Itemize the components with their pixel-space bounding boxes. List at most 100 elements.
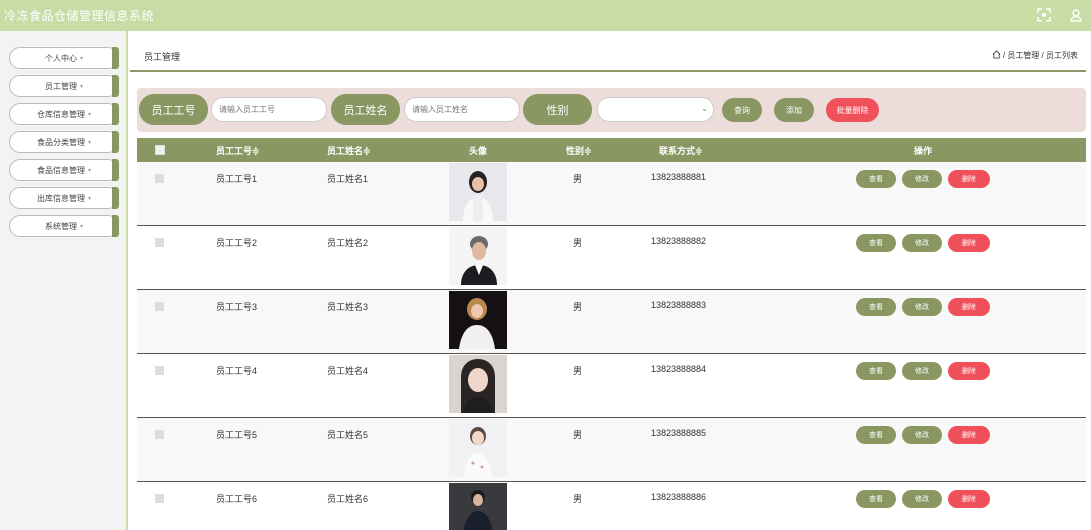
table-row: 员工工号3 员工姓名3 男 13823888883 查看 修改 删除 xyxy=(137,290,1086,354)
employee-id-cell: 员工工号6 xyxy=(216,494,258,504)
sidebar: 个人中心 ▾ 员工管理 ▾ 仓库信息管理 ▾ 食品分类管理 ▾ 食品信息管理 ▾ 出库信息… xyxy=(0,31,128,530)
user-icon[interactable] xyxy=(1067,6,1085,24)
chevron-down-icon: ▾ xyxy=(87,139,91,146)
edit-button[interactable]: 修改 xyxy=(902,426,942,444)
view-button[interactable]: 查看 xyxy=(856,298,896,316)
employee-table: 员工工号≑ 员工姓名≑ 头像 性别≑ 联系方式≑ 操作 员工工号1 员工姓名1 … xyxy=(137,138,1086,530)
delete-button[interactable]: 删除 xyxy=(948,362,990,380)
column-header-actions: 操作 xyxy=(914,146,933,156)
row-checkbox[interactable] xyxy=(155,430,164,439)
fullscreen-icon[interactable] xyxy=(1035,6,1053,24)
edit-button[interactable]: 修改 xyxy=(902,362,942,380)
phone-cell: 13823888882 xyxy=(651,236,707,246)
avatar xyxy=(449,227,507,285)
phone-cell: 13823888883 xyxy=(651,300,707,310)
breadcrumb-path: / 员工管理 / 员工列表 xyxy=(992,50,1078,61)
gender-cell: 男 xyxy=(573,238,583,248)
sidebar-item-accent xyxy=(112,159,119,181)
sidebar-item-system-management[interactable]: 系统管理 ▾ xyxy=(9,215,119,237)
delete-button[interactable]: 删除 xyxy=(948,234,990,252)
sidebar-item-employee-management[interactable]: 员工管理 ▾ xyxy=(9,75,119,97)
employee-name-cell: 员工姓名1 xyxy=(327,174,369,184)
sidebar-item-accent xyxy=(112,215,119,237)
avatar xyxy=(449,163,507,221)
phone-cell: 13823888885 xyxy=(651,428,707,438)
employee-name-label: 员工姓名 xyxy=(331,94,400,125)
gender-select[interactable]: ⌄ xyxy=(597,97,714,122)
employee-id-label: 员工工号 xyxy=(139,94,208,125)
top-header: 冷冻食品仓储管理信息系统 xyxy=(0,0,1091,31)
row-checkbox[interactable] xyxy=(155,302,164,311)
add-button[interactable]: 添加 xyxy=(774,98,814,122)
view-button[interactable]: 查看 xyxy=(856,170,896,188)
sidebar-item-food-category-management[interactable]: 食品分类管理 ▾ xyxy=(9,131,119,153)
chevron-down-icon: ▾ xyxy=(87,167,91,174)
view-button[interactable]: 查看 xyxy=(856,234,896,252)
phone-cell: 13823888881 xyxy=(651,172,707,182)
avatar xyxy=(449,483,507,530)
sidebar-item-food-info-management[interactable]: 食品信息管理 ▾ xyxy=(9,159,119,181)
chevron-down-icon: ▾ xyxy=(79,83,83,90)
column-header-phone[interactable]: 联系方式≑ xyxy=(659,144,703,157)
column-header-employee-id[interactable]: 员工工号≑ xyxy=(216,144,260,157)
view-button[interactable]: 查看 xyxy=(856,490,896,508)
sidebar-item-label: 系统管理 xyxy=(44,221,77,231)
employee-id-cell: 员工工号4 xyxy=(216,366,258,376)
sidebar-item-accent xyxy=(112,103,119,125)
sidebar-item-outbound-management[interactable]: 出库信息管理 ▾ xyxy=(9,187,119,209)
employee-id-cell: 员工工号2 xyxy=(216,238,258,248)
row-checkbox[interactable] xyxy=(155,174,164,183)
batch-delete-button[interactable]: 批量删除 xyxy=(826,98,879,122)
edit-button[interactable]: 修改 xyxy=(902,490,942,508)
gender-cell: 男 xyxy=(573,366,583,376)
table-row: 员工工号4 员工姓名4 男 13823888884 查看 修改 删除 xyxy=(137,354,1086,418)
table-header: 员工工号≑ 员工姓名≑ 头像 性别≑ 联系方式≑ 操作 xyxy=(137,138,1086,162)
gender-cell: 男 xyxy=(573,494,583,504)
sidebar-item-accent xyxy=(112,47,119,69)
edit-button[interactable]: 修改 xyxy=(902,234,942,252)
table-row: 员工工号5 员工姓名5 男 13823888885 查看 修改 删除 xyxy=(137,418,1086,482)
employee-name-cell: 员工姓名2 xyxy=(327,238,369,248)
phone-cell: 13823888886 xyxy=(651,492,707,502)
employee-name-cell: 员工姓名6 xyxy=(327,494,369,504)
query-button[interactable]: 查询 xyxy=(722,98,762,122)
table-row: 员工工号1 员工姓名1 男 13823888881 查看 修改 删除 xyxy=(137,162,1086,226)
avatar xyxy=(449,355,507,413)
page-title: 员工管理 xyxy=(144,52,181,62)
row-checkbox[interactable] xyxy=(155,494,164,503)
sidebar-item-label: 员工管理 xyxy=(44,81,77,91)
sidebar-item-label: 出库信息管理 xyxy=(36,193,85,203)
edit-button[interactable]: 修改 xyxy=(902,170,942,188)
sidebar-item-label: 食品分类管理 xyxy=(36,137,85,147)
select-all-checkbox[interactable] xyxy=(155,145,165,155)
employee-name-cell: 员工姓名3 xyxy=(327,302,369,312)
gender-cell: 男 xyxy=(573,174,583,184)
delete-button[interactable]: 删除 xyxy=(948,426,990,444)
sidebar-item-warehouse-management[interactable]: 仓库信息管理 ▾ xyxy=(9,103,119,125)
employee-id-input[interactable] xyxy=(211,97,327,122)
column-header-employee-name[interactable]: 员工姓名≑ xyxy=(327,144,371,157)
view-button[interactable]: 查看 xyxy=(856,426,896,444)
employee-name-input[interactable] xyxy=(404,97,520,122)
employee-name-cell: 员工姓名4 xyxy=(327,366,369,376)
chevron-down-icon: ▾ xyxy=(87,195,91,202)
row-checkbox[interactable] xyxy=(155,238,164,247)
employee-id-cell: 员工工号3 xyxy=(216,302,258,312)
gender-label: 性别 xyxy=(523,94,592,125)
home-icon[interactable] xyxy=(992,50,1001,61)
edit-button[interactable]: 修改 xyxy=(902,298,942,316)
search-bar: 员工工号 员工姓名 性别 ⌄ xyxy=(137,88,1086,132)
view-button[interactable]: 查看 xyxy=(856,362,896,380)
delete-button[interactable]: 删除 xyxy=(948,490,990,508)
chevron-down-icon: ⌄ xyxy=(701,104,708,113)
phone-cell: 13823888884 xyxy=(651,364,707,374)
delete-button[interactable]: 删除 xyxy=(948,298,990,316)
column-header-gender[interactable]: 性别≑ xyxy=(566,144,592,157)
row-checkbox[interactable] xyxy=(155,366,164,375)
sidebar-item-label: 食品信息管理 xyxy=(36,165,85,175)
delete-button[interactable]: 删除 xyxy=(948,170,990,188)
sidebar-item-accent xyxy=(112,75,119,97)
sidebar-item-personal-center[interactable]: 个人中心 ▾ xyxy=(9,47,119,69)
chevron-down-icon: ▾ xyxy=(79,55,83,62)
avatar xyxy=(449,291,507,349)
